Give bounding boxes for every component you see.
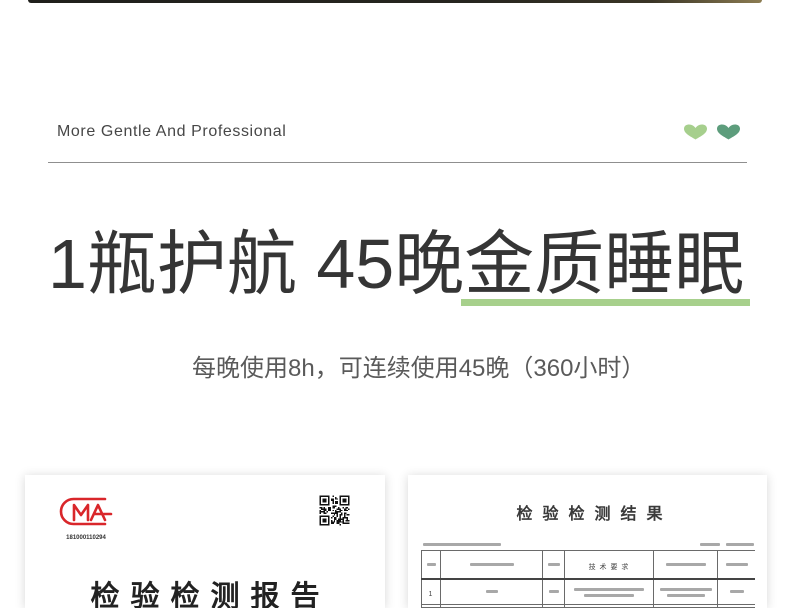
table-cell	[421, 604, 441, 608]
table-cell: 1	[421, 578, 441, 605]
section-divider	[48, 162, 747, 163]
table-header-cell	[421, 550, 441, 580]
header-requirement: 技 术 要 求	[588, 563, 630, 571]
certificate-number: 181000110294	[66, 535, 106, 541]
top-image-edge	[28, 0, 762, 3]
test-results-card: 检验检测结果 技 术 要 求 1	[408, 475, 767, 608]
table-header-cell	[717, 550, 755, 580]
table-row	[421, 604, 755, 608]
headline: 1瓶护航 45晚金质睡眠	[48, 224, 751, 306]
table-header-cell	[653, 550, 718, 580]
illegible-text	[574, 587, 644, 591]
illegible-text	[725, 562, 748, 566]
qr-pattern	[319, 495, 350, 526]
table-cell	[542, 578, 565, 605]
illegible-text	[485, 590, 498, 594]
headline-text: 1瓶护航 45晚	[48, 225, 465, 303]
illegible-text	[665, 562, 706, 566]
table-header-cell	[440, 550, 543, 580]
table-header-cell: 技 术 要 求	[564, 550, 654, 580]
illegible-text	[469, 562, 514, 566]
table-header-row: 技 术 要 求	[421, 550, 755, 580]
table-cell	[542, 604, 565, 608]
heart-decoration	[683, 124, 741, 140]
table-cell	[653, 604, 718, 608]
illegible-text	[666, 593, 705, 597]
results-title: 检验检测结果	[516, 506, 673, 523]
table-cell	[717, 604, 755, 608]
illegible-text	[584, 593, 634, 597]
table-cell	[564, 578, 654, 605]
subtitle: 每晚使用8h，可连续使用45晚（360小时）	[192, 355, 646, 382]
table-cell	[717, 578, 755, 605]
report-title: 检验检测报告	[90, 581, 331, 608]
cma-logo	[59, 497, 113, 526]
illegible-text	[700, 543, 720, 546]
illegible-text	[548, 590, 559, 594]
table-cell	[653, 578, 718, 605]
illegible-text	[547, 562, 560, 566]
row-index: 1	[428, 591, 434, 598]
qr-code-icon	[319, 495, 350, 526]
tagline: More Gentle And Professional	[57, 123, 287, 140]
illegible-text	[659, 587, 712, 591]
table-header-cell	[542, 550, 565, 580]
table-cell	[440, 578, 543, 605]
table-cell	[440, 604, 543, 608]
heart-icon	[684, 124, 707, 140]
results-table: 技 术 要 求 1	[421, 550, 755, 608]
heart-icon	[717, 124, 740, 140]
illegible-text	[729, 590, 744, 594]
headline-highlight: 金质睡眠	[461, 225, 751, 306]
illegible-text	[426, 562, 436, 566]
table-cell	[564, 604, 654, 608]
illegible-text	[423, 543, 501, 546]
illegible-text	[726, 543, 754, 546]
test-report-card: 181000110294 检验检测报告	[25, 475, 385, 608]
table-row: 1	[421, 578, 755, 605]
